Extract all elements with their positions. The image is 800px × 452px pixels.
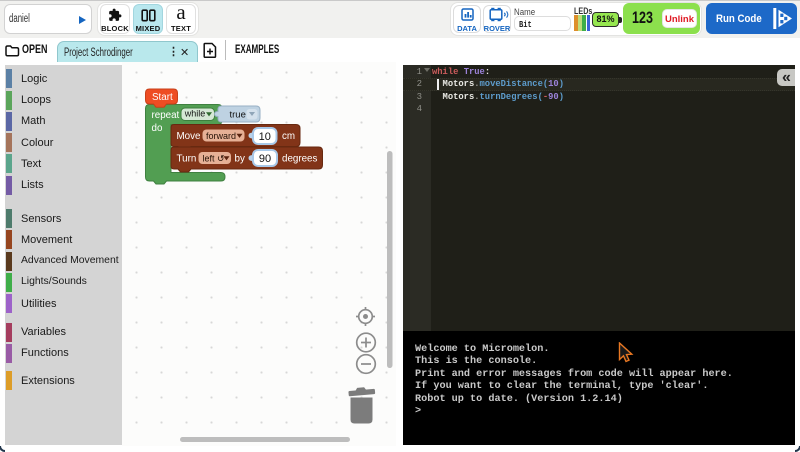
svg-text:while: while (184, 109, 206, 119)
svg-text:10: 10 (259, 131, 271, 143)
svg-text:forward: forward (206, 131, 236, 141)
svg-text:do: do (152, 123, 163, 134)
svg-text:repeat: repeat (152, 110, 180, 121)
svg-text:cm: cm (282, 131, 295, 142)
svg-text:90: 90 (259, 153, 271, 165)
svg-text:degrees: degrees (282, 154, 318, 165)
svg-text:left ↺: left ↺ (203, 153, 225, 163)
svg-text:by: by (235, 154, 245, 165)
svg-text:Move: Move (177, 131, 202, 142)
svg-text:true: true (230, 109, 246, 120)
svg-text:Start: Start (152, 92, 173, 103)
svg-text:Turn: Turn (177, 154, 197, 165)
